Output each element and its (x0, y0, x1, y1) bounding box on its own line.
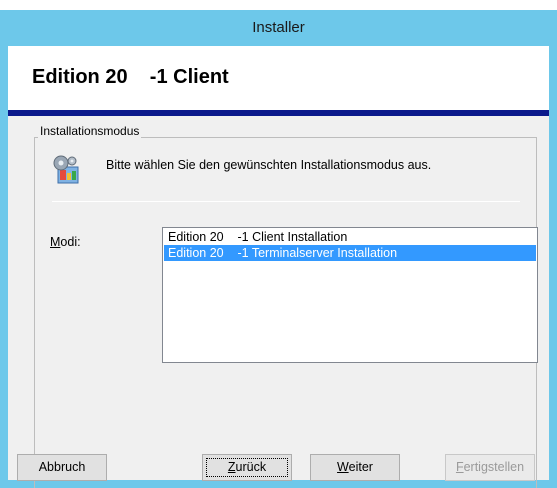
back-button[interactable]: Zurück (202, 454, 292, 481)
setup-icon (53, 155, 79, 184)
dialog-client-area: Edition 20 -1 Client Installationsmodus … (8, 46, 549, 488)
modi-label-accel: M (50, 235, 61, 249)
product-title: Edition 20 -1 Client (32, 66, 229, 88)
modi-label-rest: odi: (60, 235, 81, 249)
header-rule (8, 110, 549, 116)
next-button[interactable]: Weiter (310, 454, 400, 481)
next-accel: W (337, 460, 349, 474)
cancel-button[interactable]: Abbruch (17, 454, 107, 481)
instruction-text: Bitte wählen Sie den gewünschten Install… (106, 158, 432, 172)
title-bar[interactable]: Installer (0, 10, 557, 46)
group-legend: Installationsmodus (38, 124, 142, 138)
background-strip (0, 0, 557, 10)
header-panel: Edition 20 -1 Client (8, 46, 549, 110)
separator (52, 201, 520, 202)
window-title: Installer (252, 19, 305, 36)
mode-listbox[interactable]: Edition 20 -1 Client Installation Editio… (162, 227, 538, 363)
next-rest: eiter (348, 460, 373, 474)
list-item-terminalserver[interactable]: Edition 20 -1 Terminalserver Installatio… (164, 245, 536, 261)
finish-button[interactable]: Fertigstellen (445, 454, 535, 481)
finish-rest: ertigstellen (463, 460, 525, 474)
installer-window: Installer Edition 20 -1 Client Installat… (0, 0, 557, 488)
finish-accel: F (455, 460, 464, 474)
modi-label: Modi: (50, 235, 81, 249)
list-item-client[interactable]: Edition 20 -1 Client Installation (164, 229, 536, 245)
cancel-button-label: Abbruch (38, 460, 86, 474)
focus-ring (206, 458, 288, 477)
